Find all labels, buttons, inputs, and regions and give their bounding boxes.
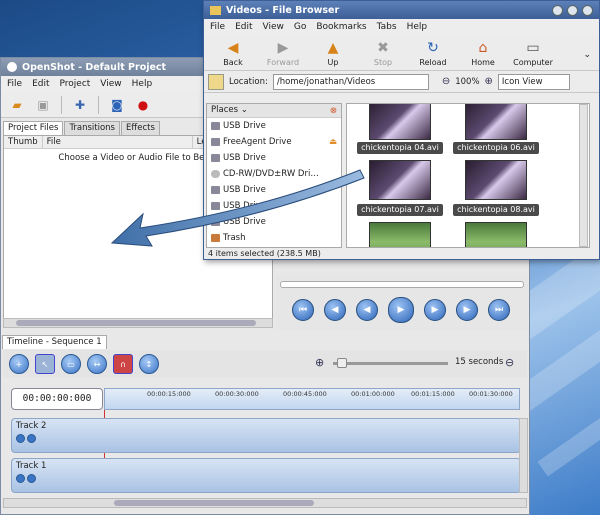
drag-arrow-overlay (110, 169, 365, 247)
drag-arrow-icon (110, 169, 365, 247)
